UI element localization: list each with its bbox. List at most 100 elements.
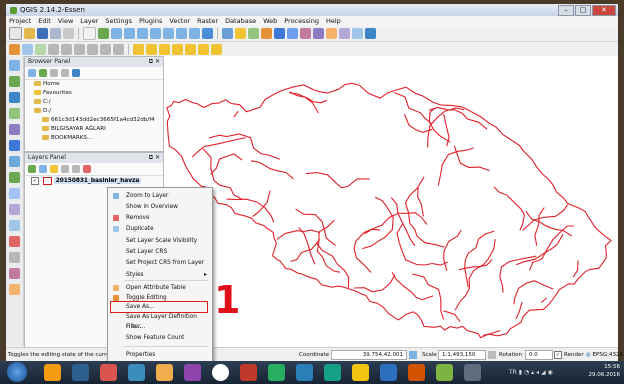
- context-menu-item-set-layer-crs[interactable]: Set Layer CRS: [108, 247, 212, 257]
- scale-field[interactable]: 1:1,493,150: [438, 349, 486, 360]
- zoom-selection-icon[interactable]: [163, 28, 174, 39]
- context-menu-item-zoom-to-layer[interactable]: Zoom to Layer: [108, 191, 212, 201]
- browser-item[interactable]: Home: [28, 80, 163, 89]
- node-tool-icon[interactable]: [74, 44, 85, 55]
- close-panel-icon[interactable]: ⧉ ✕: [149, 153, 160, 163]
- add-wcs-icon[interactable]: [9, 156, 20, 167]
- vlc-icon[interactable]: [44, 364, 61, 381]
- add-feature-icon[interactable]: [48, 44, 59, 55]
- zoom-out-icon[interactable]: [124, 28, 135, 39]
- select-icon[interactable]: [235, 28, 246, 39]
- add-oracle-icon[interactable]: [9, 284, 20, 295]
- edit-pencil-icon[interactable]: [9, 44, 20, 55]
- app-icon[interactable]: [240, 364, 257, 381]
- zoom-in-icon[interactable]: [111, 28, 122, 39]
- menu-database[interactable]: Database: [225, 16, 256, 26]
- minimize-button[interactable]: –: [558, 5, 574, 16]
- filter-legend-icon[interactable]: [50, 165, 58, 173]
- expand-all-icon[interactable]: [61, 165, 69, 173]
- render-checkbox[interactable]: ✓: [554, 350, 562, 359]
- add-spatialite-icon[interactable]: [9, 108, 20, 119]
- menu-view[interactable]: View: [58, 16, 73, 26]
- close-panel-icon[interactable]: ⧉ ✕: [149, 57, 160, 67]
- print-composer-icon[interactable]: [63, 28, 74, 39]
- context-menu-item-styles[interactable]: Styles ▸: [108, 270, 212, 280]
- menu-web[interactable]: Web: [263, 16, 277, 26]
- chrome-icon[interactable]: [212, 364, 229, 381]
- menu-help[interactable]: Help: [326, 16, 341, 26]
- browser-item[interactable]: C:/: [28, 98, 163, 107]
- copy-features-icon[interactable]: [113, 44, 124, 55]
- app-icon[interactable]: [464, 364, 481, 381]
- collapse-all-icon[interactable]: [72, 165, 80, 173]
- menu-layer[interactable]: Layer: [80, 16, 98, 26]
- add-postgis-icon[interactable]: [9, 92, 20, 103]
- context-menu-item-show-feature-count[interactable]: Show Feature Count: [108, 333, 212, 343]
- add-wms-icon[interactable]: [9, 140, 20, 151]
- change-label-icon[interactable]: [211, 44, 222, 55]
- refresh-icon[interactable]: [202, 28, 213, 39]
- rotate-label-icon[interactable]: [198, 44, 209, 55]
- add-wfs-icon[interactable]: [9, 172, 20, 183]
- save-as-icon[interactable]: [50, 28, 61, 39]
- browser-item[interactable]: 661c3d143dd2ec3665f1a4cd32db/f4: [28, 116, 163, 125]
- menu-project[interactable]: Project: [9, 16, 31, 26]
- map-tips-icon[interactable]: [339, 28, 350, 39]
- new-bookmark-icon[interactable]: [352, 28, 363, 39]
- refresh-browser-icon[interactable]: [39, 69, 47, 77]
- explorer-icon[interactable]: [72, 364, 89, 381]
- label-icon[interactable]: [133, 44, 144, 55]
- crs-icon[interactable]: ◍: [586, 352, 591, 358]
- pan-icon[interactable]: [83, 27, 96, 40]
- deselect-icon[interactable]: [248, 28, 259, 39]
- zoom-full-icon[interactable]: [137, 28, 148, 39]
- digitize-icon[interactable]: [22, 44, 33, 55]
- text-annotation-icon[interactable]: [365, 28, 376, 39]
- add-raster-icon[interactable]: [9, 76, 20, 87]
- new-spatialite-icon[interactable]: [9, 236, 20, 247]
- context-menu-item-remove[interactable]: Remove: [108, 213, 212, 223]
- new-temp-layer-icon[interactable]: [9, 268, 20, 279]
- manage-themes-icon[interactable]: [39, 165, 47, 173]
- app-icon[interactable]: [352, 364, 369, 381]
- add-delimited-text-icon[interactable]: [9, 188, 20, 199]
- app-icon[interactable]: [268, 364, 285, 381]
- properties-icon[interactable]: [72, 69, 80, 77]
- word-icon[interactable]: [380, 364, 397, 381]
- layer-labeling-icon[interactable]: [146, 44, 157, 55]
- cut-features-icon[interactable]: [100, 44, 111, 55]
- pin-labels-icon[interactable]: [159, 44, 170, 55]
- extents-toggle-icon[interactable]: [409, 350, 417, 359]
- menu-settings[interactable]: Settings: [105, 16, 132, 26]
- context-menu-item-open-attribute-table[interactable]: Open Attribute Table: [108, 283, 212, 293]
- close-button[interactable]: ✕: [592, 5, 616, 16]
- add-mssql-icon[interactable]: [9, 124, 20, 135]
- tips-icon[interactable]: [326, 28, 337, 39]
- browser-item[interactable]: Favourites: [28, 89, 163, 98]
- zoom-next-icon[interactable]: [189, 28, 200, 39]
- context-menu-item-filter[interactable]: Filter...: [108, 322, 212, 332]
- app-icon[interactable]: [100, 364, 117, 381]
- pan-to-selection-icon[interactable]: [98, 28, 109, 39]
- statistics-icon[interactable]: [287, 28, 298, 39]
- save-edits-icon[interactable]: [35, 44, 46, 55]
- start-button[interactable]: [7, 362, 27, 382]
- remove-layer-icon[interactable]: [83, 165, 91, 173]
- lock-scale-icon[interactable]: [488, 350, 496, 359]
- language-indicator[interactable]: TR: [509, 369, 517, 376]
- layer-item[interactable]: ✓ 20150831_basinler_havza: [25, 176, 163, 186]
- add-group-icon[interactable]: [28, 165, 36, 173]
- zoom-layer-icon[interactable]: [150, 28, 161, 39]
- open-project-icon[interactable]: [24, 28, 35, 39]
- coordinate-field[interactable]: 39.754,42.001: [331, 349, 407, 360]
- context-menu-item-save-as-layer-definition-file[interactable]: Save As Layer Definition File...: [108, 312, 212, 330]
- new-gpx-icon[interactable]: [9, 252, 20, 263]
- field-calculator-icon[interactable]: [274, 28, 285, 39]
- app-icon[interactable]: [296, 364, 313, 381]
- move-label-icon[interactable]: [185, 44, 196, 55]
- powerpoint-icon[interactable]: [408, 364, 425, 381]
- delete-selected-icon[interactable]: [87, 44, 98, 55]
- app-icon[interactable]: [128, 364, 145, 381]
- context-menu-item-set-layer-scale-visibility[interactable]: Set Layer Scale Visibility: [108, 236, 212, 246]
- app-icon[interactable]: [156, 364, 173, 381]
